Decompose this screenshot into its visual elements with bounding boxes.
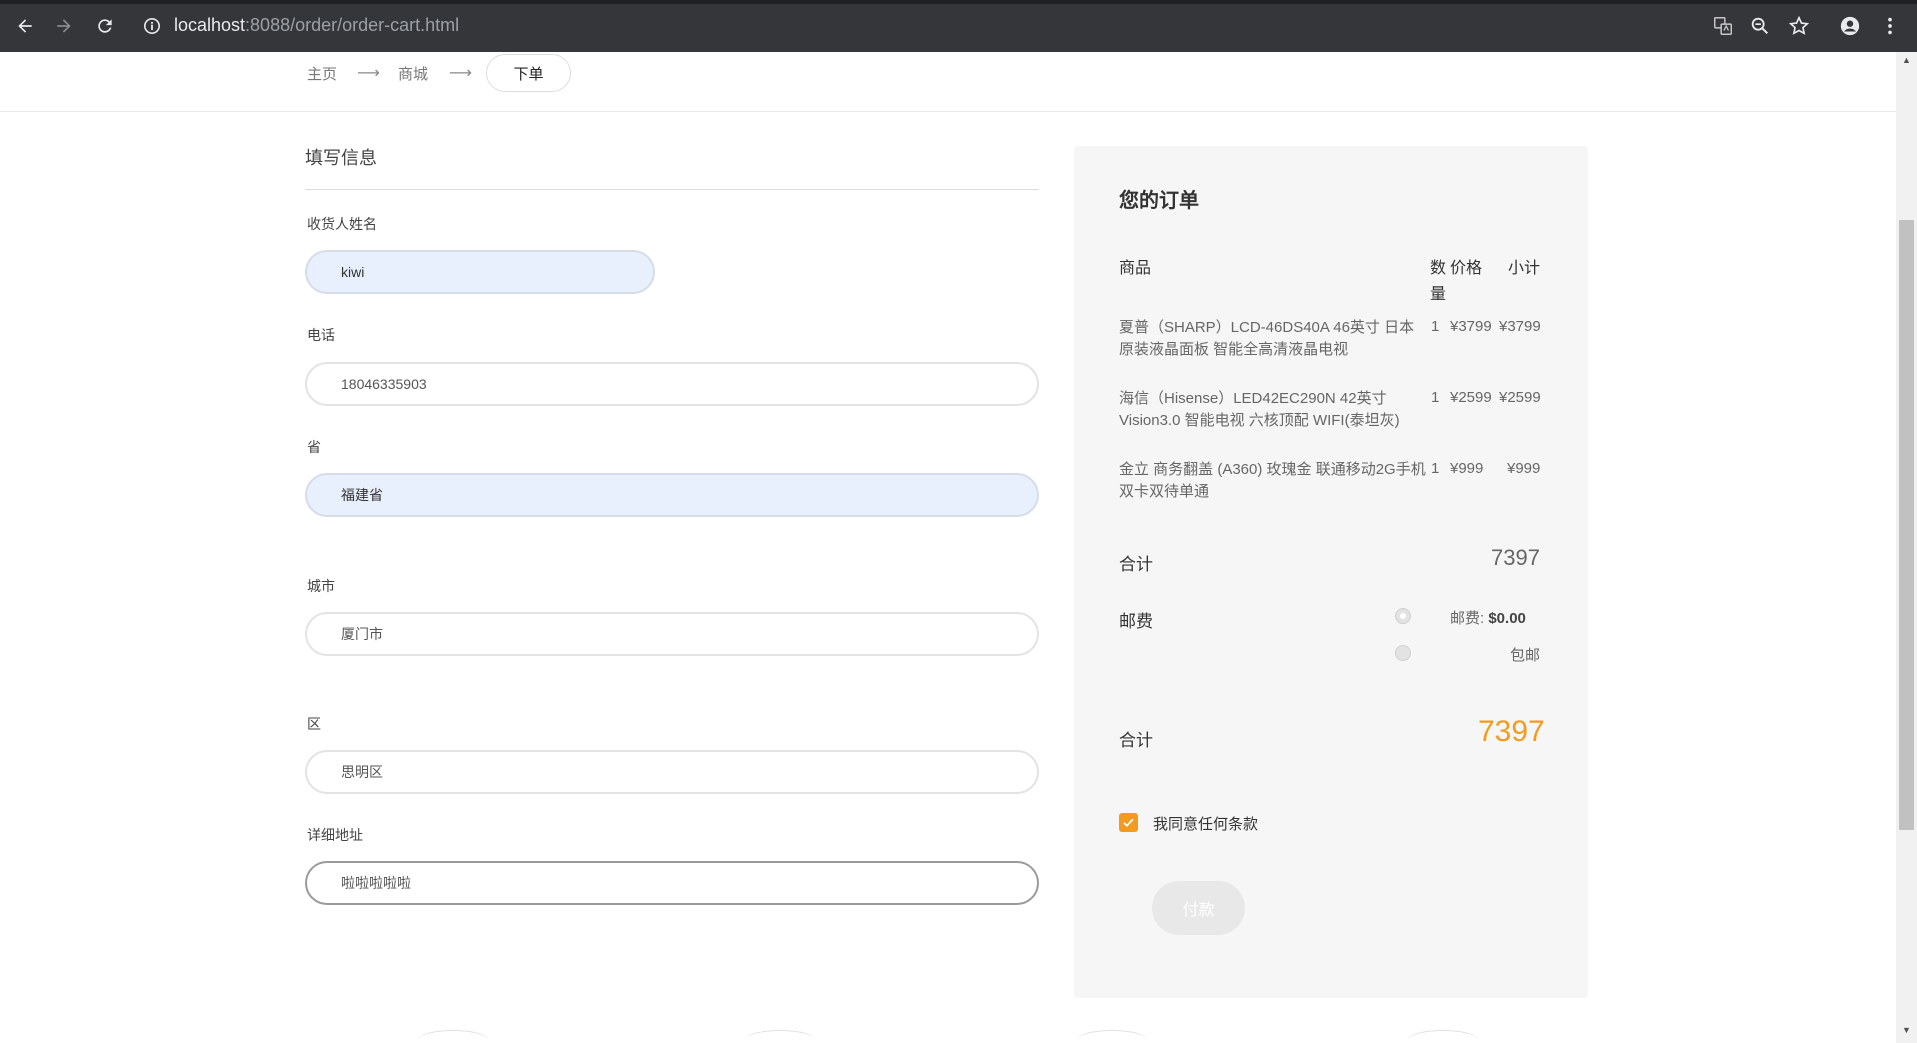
translate-icon[interactable] [1710, 13, 1736, 39]
breadcrumb-arrow-icon: ⟶ [357, 65, 380, 82]
order-item-name: 海信（Hisense）LED42EC290N 42英寸 Vision3.0 智能… [1119, 390, 1400, 429]
tab-strip [0, 0, 1917, 4]
url-path: :8088/order/order-cart.html [245, 15, 460, 35]
site-info-icon[interactable] [143, 17, 161, 35]
checkmark-icon [1123, 818, 1134, 828]
phone-input[interactable]: 18046335903 [305, 362, 1039, 406]
more-menu-icon[interactable] [1877, 13, 1903, 39]
breadcrumb-mall-link[interactable]: 商城 [398, 63, 428, 84]
city-label: 城市 [307, 578, 335, 594]
address-input[interactable]: 啦啦啦啦啦 [305, 861, 1039, 905]
free-shipping-option: 包邮 [1510, 647, 1541, 664]
phone-label: 电话 [307, 327, 335, 343]
scroll-down-arrow-icon[interactable]: ▼ [1900, 1025, 1913, 1035]
order-item-subtotal: ¥999 [1507, 460, 1541, 477]
breadcrumb [0, 52, 1896, 112]
district-label: 区 [307, 716, 321, 732]
footer-shape [418, 1030, 488, 1043]
free-shipping-radio[interactable] [1395, 645, 1411, 661]
order-item-name: 金立 商务翻盖 (A360) 玫瑰金 联通移动2G手机 双卡双待单通 [1119, 461, 1426, 500]
back-icon[interactable] [10, 10, 40, 42]
address-bar[interactable]: localhost:8088/order/order-cart.html [174, 15, 459, 36]
agree-terms-checkbox[interactable] [1119, 813, 1138, 832]
total-value: 7397 [1491, 545, 1540, 570]
form-title: 填写信息 [305, 148, 377, 168]
province-label: 省 [307, 439, 321, 455]
order-item-qty: 1 [1431, 318, 1440, 335]
url-host: localhost [174, 15, 246, 35]
column-header-qty-line2: 量 [1430, 286, 1447, 303]
breadcrumb-arrow-icon: ⟶ [449, 65, 472, 82]
grand-total-label: 合计 [1119, 731, 1153, 750]
order-item-subtotal: ¥2599 [1499, 389, 1541, 406]
scroll-up-arrow-icon[interactable]: ▲ [1900, 55, 1913, 65]
breadcrumb-home-link[interactable]: 主页 [307, 63, 337, 84]
order-title: 您的订单 [1119, 190, 1199, 212]
province-input[interactable]: 福建省 [305, 473, 1039, 517]
forward-icon[interactable] [49, 10, 79, 42]
column-header-qty: 数 [1430, 260, 1447, 277]
bookmark-star-icon[interactable] [1786, 13, 1812, 39]
order-item-price: ¥999 [1450, 460, 1484, 477]
shipping-label: 邮费 [1119, 612, 1153, 631]
reload-icon[interactable] [90, 10, 120, 42]
order-item-qty: 1 [1431, 389, 1440, 406]
district-input[interactable]: 思明区 [305, 750, 1039, 794]
agree-terms-label: 我同意任何条款 [1153, 816, 1259, 833]
shipping-fee-option: 邮费: $0.00 [1450, 607, 1526, 628]
zoom-icon[interactable] [1747, 13, 1773, 39]
city-input[interactable]: 厦门市 [305, 612, 1039, 656]
shipping-fee-radio[interactable] [1395, 608, 1411, 624]
scrollbar-thumb[interactable] [1899, 220, 1914, 830]
shipping-fee-amount: $0.00 [1488, 610, 1526, 627]
profile-avatar-icon[interactable] [1837, 13, 1863, 39]
shipping-fee-prefix: 邮费: [1450, 610, 1485, 627]
pay-button[interactable]: 付款 [1152, 881, 1245, 935]
order-item-subtotal: ¥3799 [1499, 318, 1541, 335]
column-header-price: 价格 [1450, 260, 1483, 277]
receiver-name-input[interactable]: kiwi [305, 250, 655, 294]
footer-shape [1408, 1030, 1478, 1043]
order-item-name: 夏普（SHARP）LCD-46DS40A 46英寸 日本原装液晶面板 智能全高清… [1119, 319, 1415, 358]
name-label: 收货人姓名 [307, 216, 377, 232]
column-header-product: 商品 [1119, 260, 1152, 277]
form-divider [305, 189, 1039, 190]
column-header-subtotal: 小计 [1508, 260, 1541, 277]
order-item-price: ¥3799 [1450, 318, 1492, 335]
breadcrumb-current: 下单 [486, 54, 571, 92]
order-item-price: ¥2599 [1450, 389, 1492, 406]
footer-shape [1077, 1030, 1147, 1043]
address-label: 详细地址 [307, 827, 363, 843]
total-label: 合计 [1119, 555, 1153, 574]
order-item-qty: 1 [1431, 460, 1440, 477]
footer-shape [745, 1030, 815, 1043]
grand-total-value: 7397 [1478, 715, 1545, 748]
